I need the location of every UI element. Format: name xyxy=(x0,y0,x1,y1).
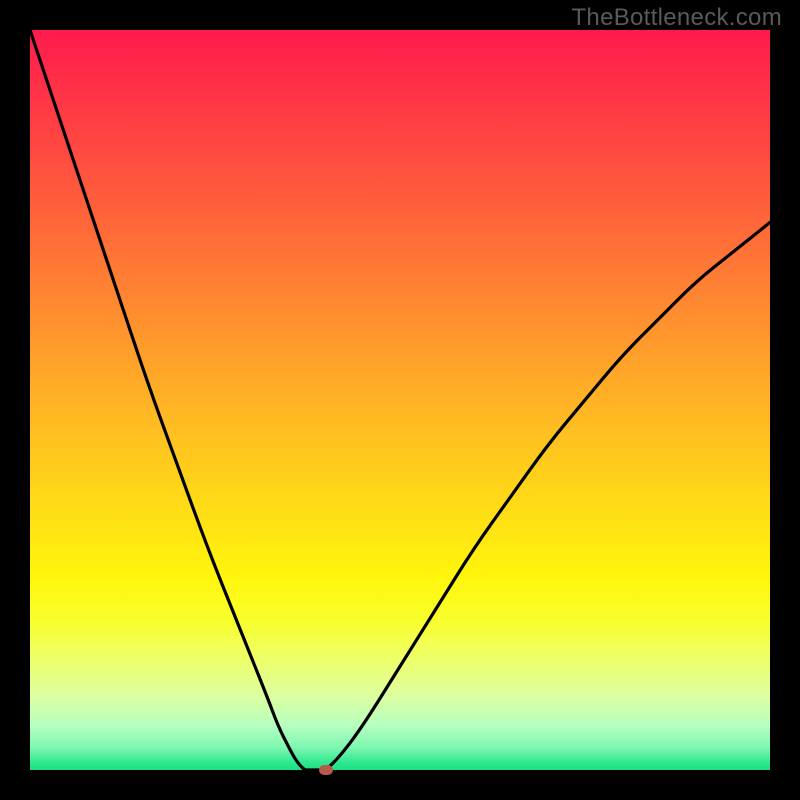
plot-area xyxy=(30,30,770,770)
bottleneck-curve xyxy=(30,30,770,770)
watermark-text: TheBottleneck.com xyxy=(571,4,782,32)
curve-path xyxy=(30,30,770,770)
minimum-marker xyxy=(319,765,333,775)
chart-frame: TheBottleneck.com xyxy=(0,0,800,800)
